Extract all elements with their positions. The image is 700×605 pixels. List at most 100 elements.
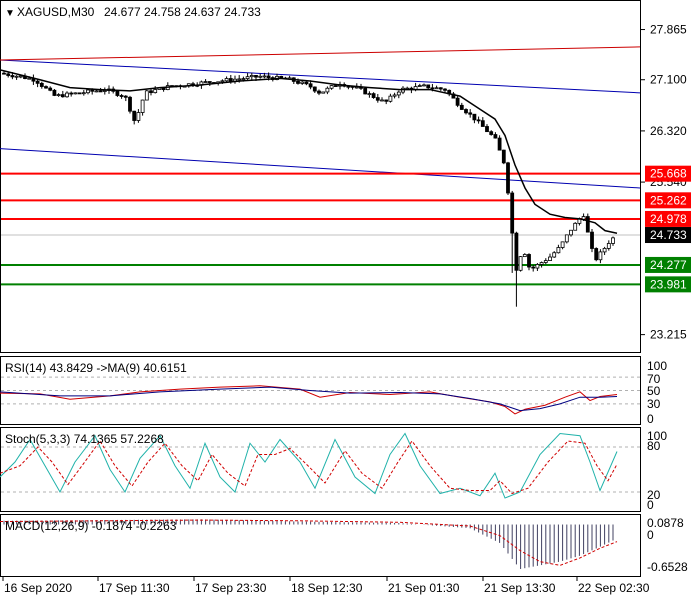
candle-body — [539, 262, 544, 265]
candle-body — [27, 77, 32, 80]
stoch-label: Stoch(5,3,3) 74.1365 57.2268 — [5, 432, 164, 446]
candle-body — [594, 248, 599, 261]
candle-body — [207, 81, 212, 83]
candle-body — [81, 92, 86, 95]
candle-body — [417, 85, 422, 87]
candle-body — [60, 94, 65, 98]
candle-body — [44, 86, 48, 89]
candle-body — [224, 78, 229, 82]
candle-body — [468, 112, 473, 115]
candle-body — [86, 89, 90, 94]
rsi-tick-label: 50 — [647, 384, 661, 398]
current-price-tag-label: 24.733 — [650, 228, 687, 242]
rsi-tick-label: 0 — [647, 412, 654, 426]
candle-body — [333, 85, 338, 87]
candle-body — [371, 93, 376, 98]
candle-body — [510, 192, 515, 234]
y-tick-label: 23.215 — [650, 328, 687, 342]
candle-body — [556, 247, 561, 254]
candle-body — [73, 92, 78, 95]
rsi-label: RSI(14) 43.8429 ->MA(9) 40.6151 — [5, 361, 187, 375]
candle-body — [506, 162, 510, 194]
level-tag-label: 25.262 — [650, 193, 687, 207]
candle-body — [237, 78, 242, 81]
candle-body — [65, 92, 69, 98]
candle-body — [254, 75, 258, 78]
candle-body — [472, 113, 477, 121]
candle-body — [573, 222, 578, 231]
candle-body — [220, 80, 225, 83]
level-tag-label: 23.981 — [650, 277, 687, 291]
candle-body — [518, 256, 523, 271]
candle-body — [132, 110, 137, 121]
candle-body — [434, 87, 439, 90]
candle-body — [102, 90, 107, 92]
chart-svg: 27.86527.10026.32025.54023.21525.66825.2… — [0, 0, 691, 595]
candle-body — [485, 126, 489, 133]
candle-body — [531, 266, 536, 269]
candle-body — [10, 75, 15, 78]
collapse-triangle-icon[interactable]: ▼ — [5, 8, 15, 19]
candle-body — [325, 87, 330, 93]
stoch-tick-label: 80 — [647, 439, 661, 453]
candle-body — [459, 104, 464, 110]
symbol-label: XAGUSD,M30 — [17, 5, 95, 19]
y-tick-label: 27.100 — [650, 73, 687, 87]
candle-body — [6, 73, 11, 76]
chart-root: 27.865 27.100 26.320 25.540 23.215 25.668 25.2… — [0, 0, 700, 600]
candle-body — [48, 87, 53, 91]
candle-body — [90, 89, 95, 92]
candle-body — [119, 95, 124, 97]
rsi-tick-label: 100 — [647, 359, 667, 373]
y-tick-label: 27.865 — [650, 23, 687, 37]
candle-body — [98, 90, 103, 93]
candle-body — [317, 90, 321, 94]
candle-body — [396, 91, 401, 96]
candle-body — [123, 95, 128, 98]
level-tag-label: 24.277 — [650, 258, 687, 272]
candle-body — [39, 82, 44, 87]
candle-body — [367, 93, 372, 96]
candle-body — [426, 84, 431, 89]
x-tick-label: 17 Sep 11:30 — [99, 581, 170, 595]
candle-body — [249, 75, 254, 78]
candle-body — [476, 119, 481, 122]
candle-body — [564, 234, 569, 243]
candle-body — [363, 87, 368, 95]
candle-body — [266, 75, 271, 79]
candle-body — [598, 251, 603, 261]
candle-body — [543, 260, 548, 263]
candle-body — [527, 254, 531, 268]
candle-body — [153, 89, 158, 94]
x-tick-label: 18 Sep 12:30 — [291, 581, 363, 595]
candle-body — [94, 90, 99, 93]
candle-body — [128, 96, 132, 112]
candle-body — [606, 243, 611, 249]
macd-tick-label: 0 — [647, 528, 654, 542]
ohlc-label: 24.677 24.758 24.637 24.733 — [104, 5, 261, 19]
candle-body — [464, 109, 468, 114]
candle-body — [514, 232, 519, 271]
candle-body — [77, 92, 82, 95]
candle-body — [203, 81, 208, 83]
candle-body — [535, 264, 540, 269]
macd-label: MACD(12,26,9) -0.1874 -0.2263 — [5, 519, 177, 533]
candle-body — [136, 112, 141, 121]
candle-body — [602, 247, 607, 253]
candle-body — [115, 90, 120, 96]
candle-body — [489, 131, 494, 135]
candle-body — [384, 99, 389, 102]
candle-body — [329, 85, 334, 89]
candle-body — [296, 81, 300, 84]
candle-body — [56, 94, 61, 96]
candle-body — [497, 137, 502, 151]
candle-body — [438, 87, 443, 90]
candle-body — [144, 90, 149, 101]
candle-body — [430, 87, 435, 90]
y-tick-label: 26.320 — [650, 124, 687, 138]
x-tick-label: 17 Sep 23:30 — [195, 581, 267, 595]
macd-tick-label: -0.6528 — [647, 560, 688, 574]
candle-body — [388, 95, 393, 102]
candle-body — [455, 97, 460, 106]
candle-body — [392, 94, 397, 97]
